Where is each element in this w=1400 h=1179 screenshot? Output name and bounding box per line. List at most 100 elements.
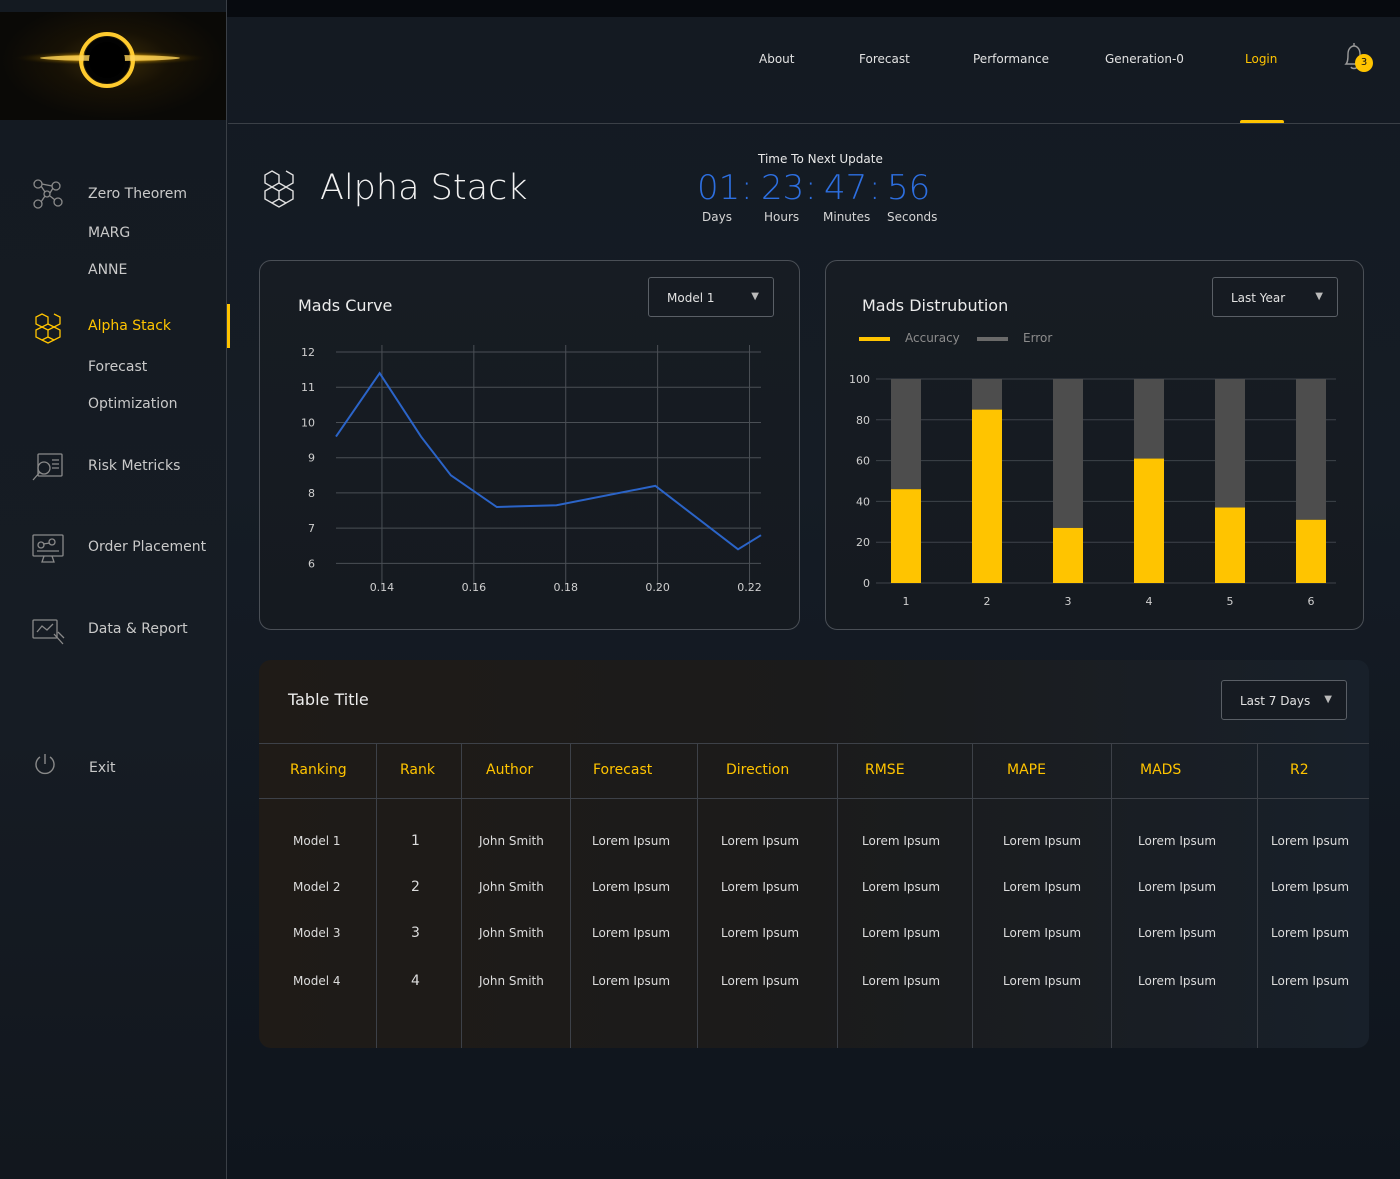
legend-label-accuracy: Accuracy [905, 331, 960, 345]
table-cell: Lorem Ipsum [721, 880, 800, 894]
table-cell: 4 [411, 973, 420, 989]
table-cell: 2 [411, 879, 420, 895]
column-header[interactable]: Ranking [290, 762, 347, 778]
table-cell: Lorem Ipsum [592, 926, 671, 940]
mads-distribution-card: Mads Distrubution Last Year ▼ Accuracy E… [825, 260, 1364, 630]
sidebar-subitem-marg[interactable]: MARG [88, 225, 130, 241]
network-nodes-icon [33, 179, 63, 209]
countdown-separator: : [869, 168, 881, 208]
nav-about[interactable]: About [759, 52, 794, 66]
column-divider [376, 743, 377, 1048]
column-divider [570, 743, 571, 1048]
countdown-seconds-label: Seconds [887, 210, 938, 224]
dropdown-arrow-icon: ▼ [1324, 694, 1332, 705]
countdown-days: 01 [697, 168, 741, 208]
bar-error [1053, 379, 1083, 528]
bar-accuracy [1215, 507, 1245, 583]
x-tick-label: 6 [1308, 595, 1315, 608]
nav-login[interactable]: Login [1245, 52, 1277, 66]
sidebar-item-order-placement[interactable]: Order Placement [88, 539, 206, 555]
sidebar-item-alpha-stack[interactable]: Alpha Stack [88, 318, 171, 334]
sidebar-item-exit[interactable]: Exit [89, 760, 116, 776]
column-header[interactable]: Author [486, 762, 533, 778]
column-header[interactable]: MADS [1140, 762, 1181, 778]
bar-accuracy [891, 489, 921, 583]
data-table-card: Table Title Last 7 Days ▼ Ranking Rank Aut… [259, 660, 1369, 1048]
table-cell: Model 4 [293, 974, 341, 988]
table-cell: Lorem Ipsum [592, 834, 671, 848]
table-header-bottom-border [259, 798, 1369, 799]
column-divider [837, 743, 838, 1048]
mads-distribution-title: Mads Distrubution [862, 296, 1009, 315]
table-cell: Lorem Ipsum [1003, 834, 1082, 848]
sidebar-subitem-anne[interactable]: ANNE [88, 262, 127, 278]
table-cell: Lorem Ipsum [721, 834, 800, 848]
column-header[interactable]: Forecast [593, 762, 652, 778]
x-tick-label: 5 [1227, 595, 1234, 608]
countdown-hours-label: Hours [764, 210, 800, 224]
column-divider [1257, 743, 1258, 1048]
y-tick-label: 10 [301, 416, 315, 429]
countdown-days-label: Days [702, 210, 732, 224]
period-dropdown-value: Last Year [1231, 291, 1286, 305]
bar-error [1134, 379, 1164, 459]
logo[interactable] [0, 12, 226, 120]
period-dropdown[interactable]: Last Year ▼ [1212, 277, 1338, 317]
nav-generation[interactable]: Generation-0 [1105, 52, 1184, 66]
column-header[interactable]: R2 [1290, 762, 1309, 778]
y-tick-label: 0 [863, 577, 870, 590]
column-divider [1111, 743, 1112, 1048]
y-tick-label: 40 [856, 495, 870, 508]
column-header[interactable]: Rank [400, 762, 435, 778]
nav-performance[interactable]: Performance [973, 52, 1049, 66]
active-indicator [227, 304, 230, 348]
bar-accuracy [1134, 458, 1164, 583]
bar-accuracy [972, 409, 1002, 583]
table-cell: Lorem Ipsum [1271, 834, 1350, 848]
x-tick-label: 0.22 [737, 581, 762, 594]
table-cell: Lorem Ipsum [862, 834, 941, 848]
sidebar-item-risk-metricks[interactable]: Risk Metricks [88, 458, 180, 474]
sidebar-subitem-optimization[interactable]: Optimization [88, 396, 178, 412]
sidebar-item-zero-theorem[interactable]: Zero Theorem [88, 186, 187, 202]
nav-forecast[interactable]: Forecast [859, 52, 910, 66]
column-header[interactable]: MAPE [1007, 762, 1046, 778]
column-divider [697, 743, 698, 1048]
mads-curve-card: Mads Curve Model 1 ▼ 12 11 10 9 8 7 6 0.14 0.16 0… [259, 260, 800, 630]
x-tick-label: 0.14 [370, 581, 395, 594]
table-cell: John Smith [479, 834, 544, 848]
dropdown-arrow-icon: ▼ [751, 291, 759, 302]
sidebar: Zero Theorem MARG ANNE Alpha Stack Forec… [0, 0, 227, 1179]
legend-swatch-accuracy [859, 337, 890, 341]
table-period-dropdown[interactable]: Last 7 Days ▼ [1221, 680, 1347, 720]
y-tick-label: 11 [301, 381, 315, 394]
countdown-minutes-label: Minutes [823, 210, 871, 224]
table-cell: Model 2 [293, 880, 341, 894]
table-cell: Lorem Ipsum [1003, 926, 1082, 940]
column-header[interactable]: Direction [726, 762, 789, 778]
bar-accuracy [1053, 527, 1083, 583]
series-line [335, 371, 762, 551]
column-divider [972, 743, 973, 1048]
bar-error [1296, 379, 1326, 520]
y-tick-label: 80 [856, 414, 870, 427]
sidebar-subitem-forecast[interactable]: Forecast [88, 359, 147, 375]
table-cell: Lorem Ipsum [1271, 880, 1350, 894]
x-tick-label: 4 [1146, 595, 1153, 608]
notification-badge: 3 [1355, 54, 1373, 72]
order-monitor-icon [32, 534, 64, 563]
cube-stack-icon [35, 313, 61, 344]
table-cell: Model 1 [293, 834, 341, 848]
table-cell: John Smith [479, 926, 544, 940]
power-icon[interactable] [32, 752, 58, 778]
model-dropdown-value: Model 1 [667, 291, 715, 305]
column-header[interactable]: RMSE [865, 762, 905, 778]
legend-label-error: Error [1023, 331, 1053, 345]
model-dropdown[interactable]: Model 1 ▼ [648, 277, 774, 317]
table-period-dropdown-value: Last 7 Days [1240, 694, 1311, 708]
countdown-seconds: 56 [887, 168, 931, 208]
black-hole-logo-icon [10, 32, 210, 88]
header-divider [228, 123, 1400, 124]
countdown-minutes: 47 [824, 168, 868, 208]
sidebar-item-data-report[interactable]: Data & Report [88, 621, 188, 637]
